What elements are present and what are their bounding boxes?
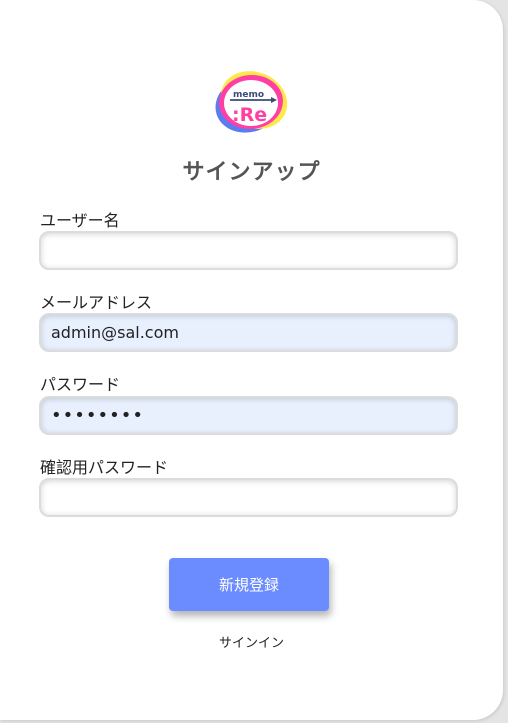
signin-link[interactable]: サインイン <box>0 632 503 651</box>
password-input[interactable] <box>39 396 458 435</box>
signup-submit-button[interactable]: 新規登録 <box>169 558 329 611</box>
logo-main-text: :Re <box>232 104 267 126</box>
password-label: パスワード <box>40 375 121 394</box>
memo-re-logo: memo :Re <box>215 71 288 133</box>
page-title: サインアップ <box>182 160 321 185</box>
username-label: ユーザー名 <box>40 211 120 230</box>
email-input[interactable] <box>39 313 458 352</box>
confirm-password-input[interactable] <box>39 478 458 517</box>
username-input[interactable] <box>39 231 458 270</box>
confirm-password-label: 確認用パスワード <box>40 458 169 477</box>
email-label: メールアドレス <box>40 293 153 312</box>
logo-small-text: memo <box>233 90 264 100</box>
signup-card: memo :Re サインアップ ユーザー名 メールアドレス パスワード 確認用パ… <box>0 0 503 720</box>
